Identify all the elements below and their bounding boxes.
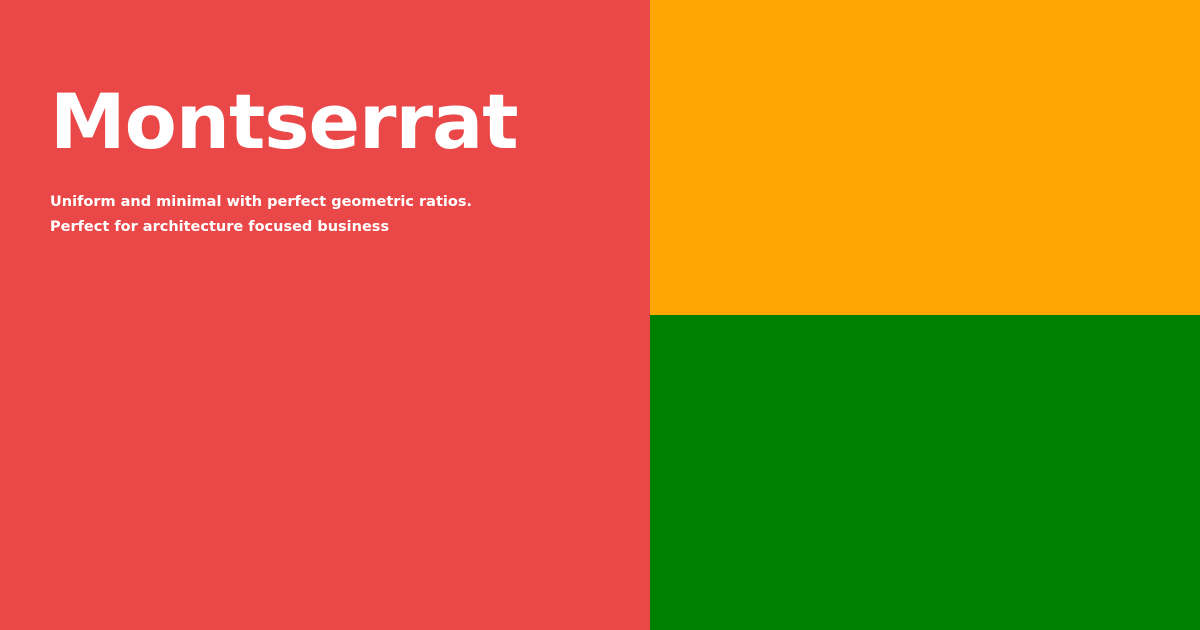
description-line: Uniform and minimal with perfect geometr…	[50, 194, 472, 210]
description-line: Perfect for architecture focused busines…	[50, 219, 390, 235]
font-showcase-panel: Montserrat Uniform and minimal with perf…	[0, 0, 650, 630]
color-block-orange	[650, 0, 1200, 315]
font-name-title: Montserrat	[50, 77, 519, 166]
color-block-green	[650, 315, 1200, 630]
font-description: Uniform and minimal with perfect geometr…	[50, 190, 650, 240]
